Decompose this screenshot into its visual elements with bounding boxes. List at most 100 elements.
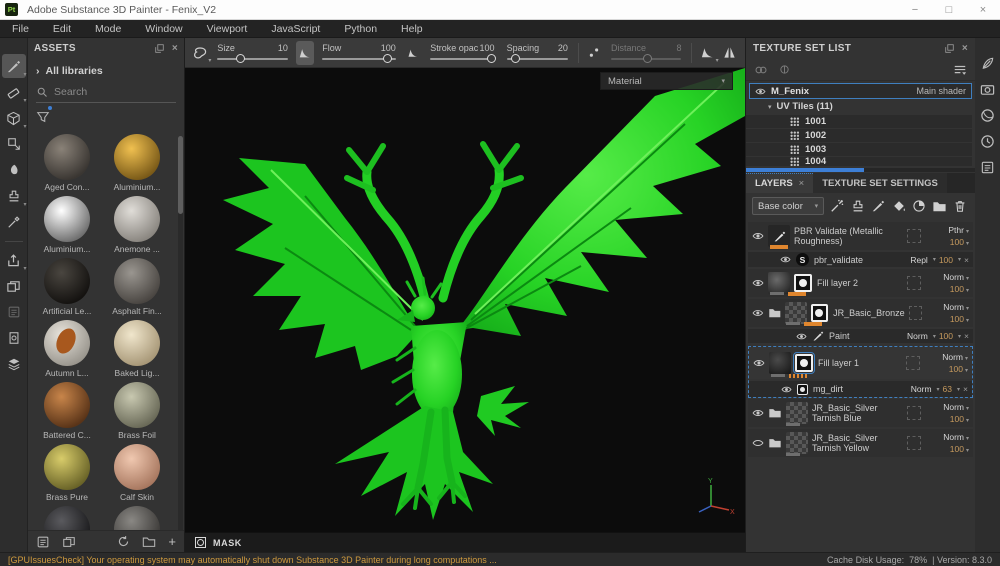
stencil-button[interactable]: ▾ [191,41,211,65]
uv-tile-row[interactable]: 1002 [746,129,972,142]
asset-item[interactable]: Brass Foil [104,382,170,440]
uv-tile-row[interactable]: 1003 [746,143,972,156]
menu-file[interactable]: File [0,20,41,38]
layer-thumbnail[interactable] [786,432,808,454]
menu-viewport[interactable]: Viewport [195,20,260,38]
opacity-dropdown[interactable]: 100 ▾ [950,414,969,424]
blend-mode-dropdown[interactable]: Norm [911,384,932,394]
layer-thumbnail[interactable] [768,225,790,247]
sort-menu-icon[interactable] [953,63,967,77]
assets-scrollbar[interactable] [178,136,183,552]
eraser-tool-button[interactable]: ▾ [2,80,27,104]
link-visibility-icon[interactable] [754,63,768,77]
blend-mode-dropdown[interactable]: Norm ▾ [942,352,968,362]
layer-row-selected[interactable]: Fill layer 1 Norm ▾ 100 ▾ [749,347,972,381]
open-folder-icon[interactable] [142,535,156,549]
eye-icon[interactable] [752,407,764,419]
add-paint-layer-button[interactable] [869,197,887,216]
add-group-button[interactable] [930,197,948,216]
refresh-icon[interactable] [117,535,130,548]
effect-row[interactable]: S pbr_validate Repl ▾ 100 ▾ × [748,252,973,269]
add-fill-layer-button[interactable] [849,197,867,216]
menu-edit[interactable]: Edit [41,20,83,38]
eye-icon[interactable] [796,331,807,342]
delete-layer-button[interactable] [951,197,969,216]
all-libraries-row[interactable]: › All libraries [28,59,184,81]
asset-item[interactable]: Aluminium... [34,196,100,254]
distance-slider[interactable] [611,53,682,63]
layer-row[interactable]: JR_Basic_Bronze Norm ▾ 100 ▾ [748,299,973,329]
eye-icon[interactable] [752,230,764,242]
falloff-curve-button[interactable]: ▾ [698,41,719,65]
effect-row[interactable]: mg_dirt Norm ▾ 63 ▾ × [749,381,972,397]
layer-row[interactable]: JR_Basic_Silver Tarnish Yellow Norm ▾ 100… [748,429,973,459]
blend-mode-dropdown[interactable]: Norm ▾ [943,302,969,312]
mask-thumbnail[interactable] [793,352,815,374]
close-panel-icon[interactable]: × [172,43,178,54]
layer-thumbnail[interactable] [768,272,790,294]
library-add-icon[interactable] [62,535,76,549]
float-panel-icon[interactable] [154,43,165,54]
shader-sphere-icon[interactable] [980,108,995,123]
clone-tool-button[interactable]: ▾ [2,184,27,208]
remove-effect-icon[interactable]: × [964,255,969,265]
blend-mode-dropdown[interactable]: Norm [907,331,928,341]
minimize-button[interactable]: − [898,0,932,20]
eye-icon[interactable] [752,307,764,319]
asset-item[interactable]: Artificial Le... [34,258,100,316]
menu-mode[interactable]: Mode [83,20,133,38]
flow-falloff-button[interactable] [404,41,422,65]
stroke-opacity-slider[interactable] [430,53,496,63]
camera-icon[interactable] [980,82,995,97]
smudge-tool-button[interactable] [2,158,26,182]
blend-mode-dropdown[interactable]: Norm ▾ [943,272,969,282]
phoenix-model[interactable] [185,68,745,532]
asset-item[interactable]: Aged Con... [34,134,100,192]
layer-thumbnail[interactable] [785,302,807,324]
menu-window[interactable]: Window [133,20,194,38]
add-smart-material-button[interactable] [910,197,928,216]
menu-python[interactable]: Python [332,20,389,38]
asset-item[interactable]: Autumn L... [34,320,100,378]
menu-javascript[interactable]: JavaScript [259,20,332,38]
eye-icon[interactable] [752,277,764,289]
close-tab-icon[interactable]: × [799,178,805,189]
viewport-3d[interactable]: Material ▾ Y X [185,68,745,532]
opacity-dropdown[interactable]: 63 [943,384,952,394]
opacity-dropdown[interactable]: 100 ▾ [950,444,969,454]
eye-icon[interactable] [755,86,766,97]
mask-thumbnail[interactable] [794,274,812,292]
add-asset-button[interactable]: + [168,534,176,549]
layer-thumbnail[interactable] [769,352,791,374]
uv-tile-row[interactable]: 1004 [746,157,972,166]
projection-tool-button[interactable]: ▾ [2,106,27,130]
add-effect-button[interactable] [828,197,846,216]
menu-help[interactable]: Help [389,20,435,38]
texture-view-button[interactable] [2,326,26,350]
spacing-slider[interactable] [506,53,568,63]
blend-mode-dropdown[interactable]: Norm ▾ [943,402,969,412]
asset-item[interactable]: Brass Pure [34,444,100,502]
texture-set-row[interactable]: M_Fenix Main shader [749,83,972,99]
layer-stack-button[interactable] [2,352,26,376]
asset-item[interactable]: Asphalt Fin... [104,258,170,316]
layer-thumbnail[interactable] [786,402,808,424]
asset-item[interactable]: Calf Skin [104,444,170,502]
assets-shelf-button[interactable] [2,274,26,298]
log-list-icon[interactable] [980,160,995,175]
effect-row[interactable]: Paint Norm ▾ 100 ▾ × [748,329,973,345]
eye-icon[interactable] [781,384,792,395]
texture-set-scrollbar[interactable] [746,168,975,172]
feather-quill-icon[interactable] [980,56,995,71]
remove-effect-icon[interactable]: × [964,331,969,341]
opacity-dropdown[interactable]: 100 [939,255,953,265]
close-panel-icon[interactable]: × [962,43,968,54]
filter-button[interactable] [36,106,52,126]
layer-row[interactable]: PBR Validate (Metallic Roughness) Pthr ▾ … [748,222,973,252]
uv-tiles-row[interactable]: ▾ UV Tiles (11) [746,99,975,114]
export-button[interactable]: ▾ [2,248,27,272]
solo-visibility-icon[interactable] [778,63,791,76]
size-falloff-button[interactable] [295,40,315,65]
maximize-button[interactable]: □ [932,0,966,20]
opacity-dropdown[interactable]: 100 ▾ [949,364,968,374]
